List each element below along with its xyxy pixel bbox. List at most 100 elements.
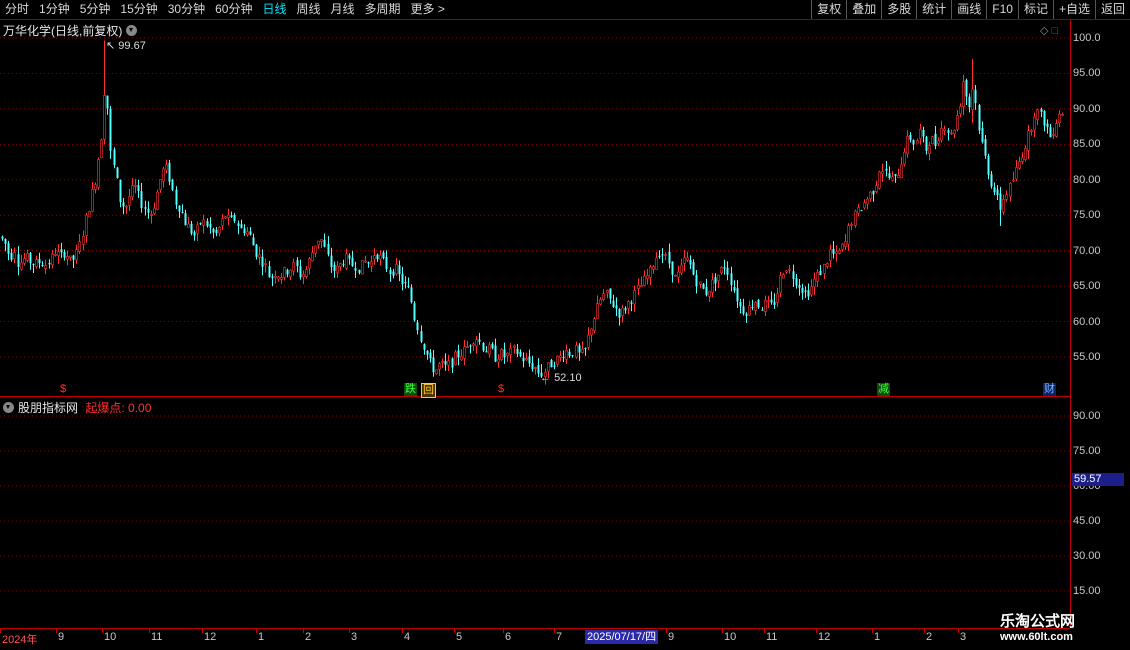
date-tick [816,628,817,633]
candle [258,246,261,265]
candle [612,294,615,308]
candle [323,233,326,248]
period-tab-8[interactable]: 月线 [326,0,360,19]
indicator-current-value: 59.57 [1072,473,1124,486]
candle [392,268,395,279]
period-tab-3[interactable]: 15分钟 [115,0,162,19]
candle [125,205,128,215]
period-tab-1[interactable]: 1分钟 [34,0,75,19]
price-tick-label: 65.00 [1073,280,1101,293]
indicator-chart[interactable] [0,397,1070,628]
toolbar-button-2[interactable]: 多股 [881,0,916,19]
date-tick [503,628,504,633]
price-tick-label: 100.0 [1073,32,1101,44]
toolbar-button-1[interactable]: 叠加 [846,0,881,19]
date-label: 2 [305,631,312,643]
candle [488,341,491,358]
indicator-tick-label: 75.00 [1073,445,1101,457]
candle [1055,119,1058,138]
toolbar-button-3[interactable]: 统计 [916,0,951,19]
candle [702,283,705,290]
candle [17,246,20,276]
candle [695,270,698,294]
candle [978,104,981,135]
signal-marker-3: $ [498,383,505,395]
period-tab-6[interactable]: 日线 [257,0,291,19]
candle [103,40,106,145]
period-tab-9[interactable]: 多周期 [360,0,406,19]
period-tab-0[interactable]: 分时 [0,0,34,19]
toolbar-button-4[interactable]: 画线 [951,0,986,19]
candle [596,295,599,319]
candle [178,205,181,218]
candle [562,350,565,362]
candle [640,276,643,288]
candle [881,163,884,182]
candle [314,245,317,258]
candle [891,171,894,182]
toolbar-button-5[interactable]: F10 [986,0,1018,19]
date-tick [303,628,304,633]
indicator-tick-label: 30.00 [1073,550,1101,562]
candle [305,266,308,279]
candle [308,256,311,275]
date-label: 10 [724,631,737,643]
candle [733,280,736,293]
toolbar-button-7[interactable]: +自选 [1052,0,1095,19]
candle [156,189,159,211]
candle [751,299,754,311]
candle [668,243,671,269]
candle [401,266,404,291]
candle [137,179,140,199]
candle [218,226,221,237]
candle [1005,190,1008,202]
candle [649,264,652,286]
price-tick-label: 80.00 [1073,173,1101,186]
candle [1002,195,1005,216]
period-tab-2[interactable]: 5分钟 [75,0,116,19]
candle [897,168,900,179]
toolbar-button-0[interactable]: 复权 [811,0,846,19]
date-label: 2 [926,631,933,643]
candle [509,342,512,363]
period-tab-5[interactable]: 60分钟 [210,0,257,19]
candle [643,270,646,287]
candle [1027,124,1030,159]
candle [113,147,116,169]
candle [844,234,847,251]
candle [584,347,587,356]
candle [528,349,531,367]
candle [776,287,779,308]
candle [438,361,441,376]
candle [1030,129,1033,136]
watermark-title: 乐淘公式网 [1000,613,1076,630]
toolbar-button-6[interactable]: 标记 [1017,0,1053,19]
candle [376,253,379,262]
date-tick [56,628,57,633]
candle [630,300,633,312]
candle [779,271,782,297]
candle [984,135,987,159]
candle [311,246,314,262]
candle [100,138,103,159]
date-label: 1 [874,631,881,643]
date-tick [924,628,925,633]
candle [379,250,382,266]
candle [382,250,385,260]
candle [444,353,447,371]
period-tab-7[interactable]: 周线 [291,0,325,19]
toolbar-button-8[interactable]: 返回 [1094,0,1130,19]
candle [624,306,627,314]
candle [609,288,612,304]
period-tab-4[interactable]: 30分钟 [163,0,210,19]
indicator-tick-label: 15.00 [1073,585,1101,597]
candle [519,349,522,358]
candle [627,300,630,315]
candle [773,293,776,309]
period-tab-10[interactable]: 更多 > [406,0,450,19]
low-price-annotation: ← 52.10 [540,372,582,384]
candle [320,239,323,249]
main-price-chart[interactable] [0,20,1070,396]
candle [723,259,726,275]
candle [153,202,156,215]
